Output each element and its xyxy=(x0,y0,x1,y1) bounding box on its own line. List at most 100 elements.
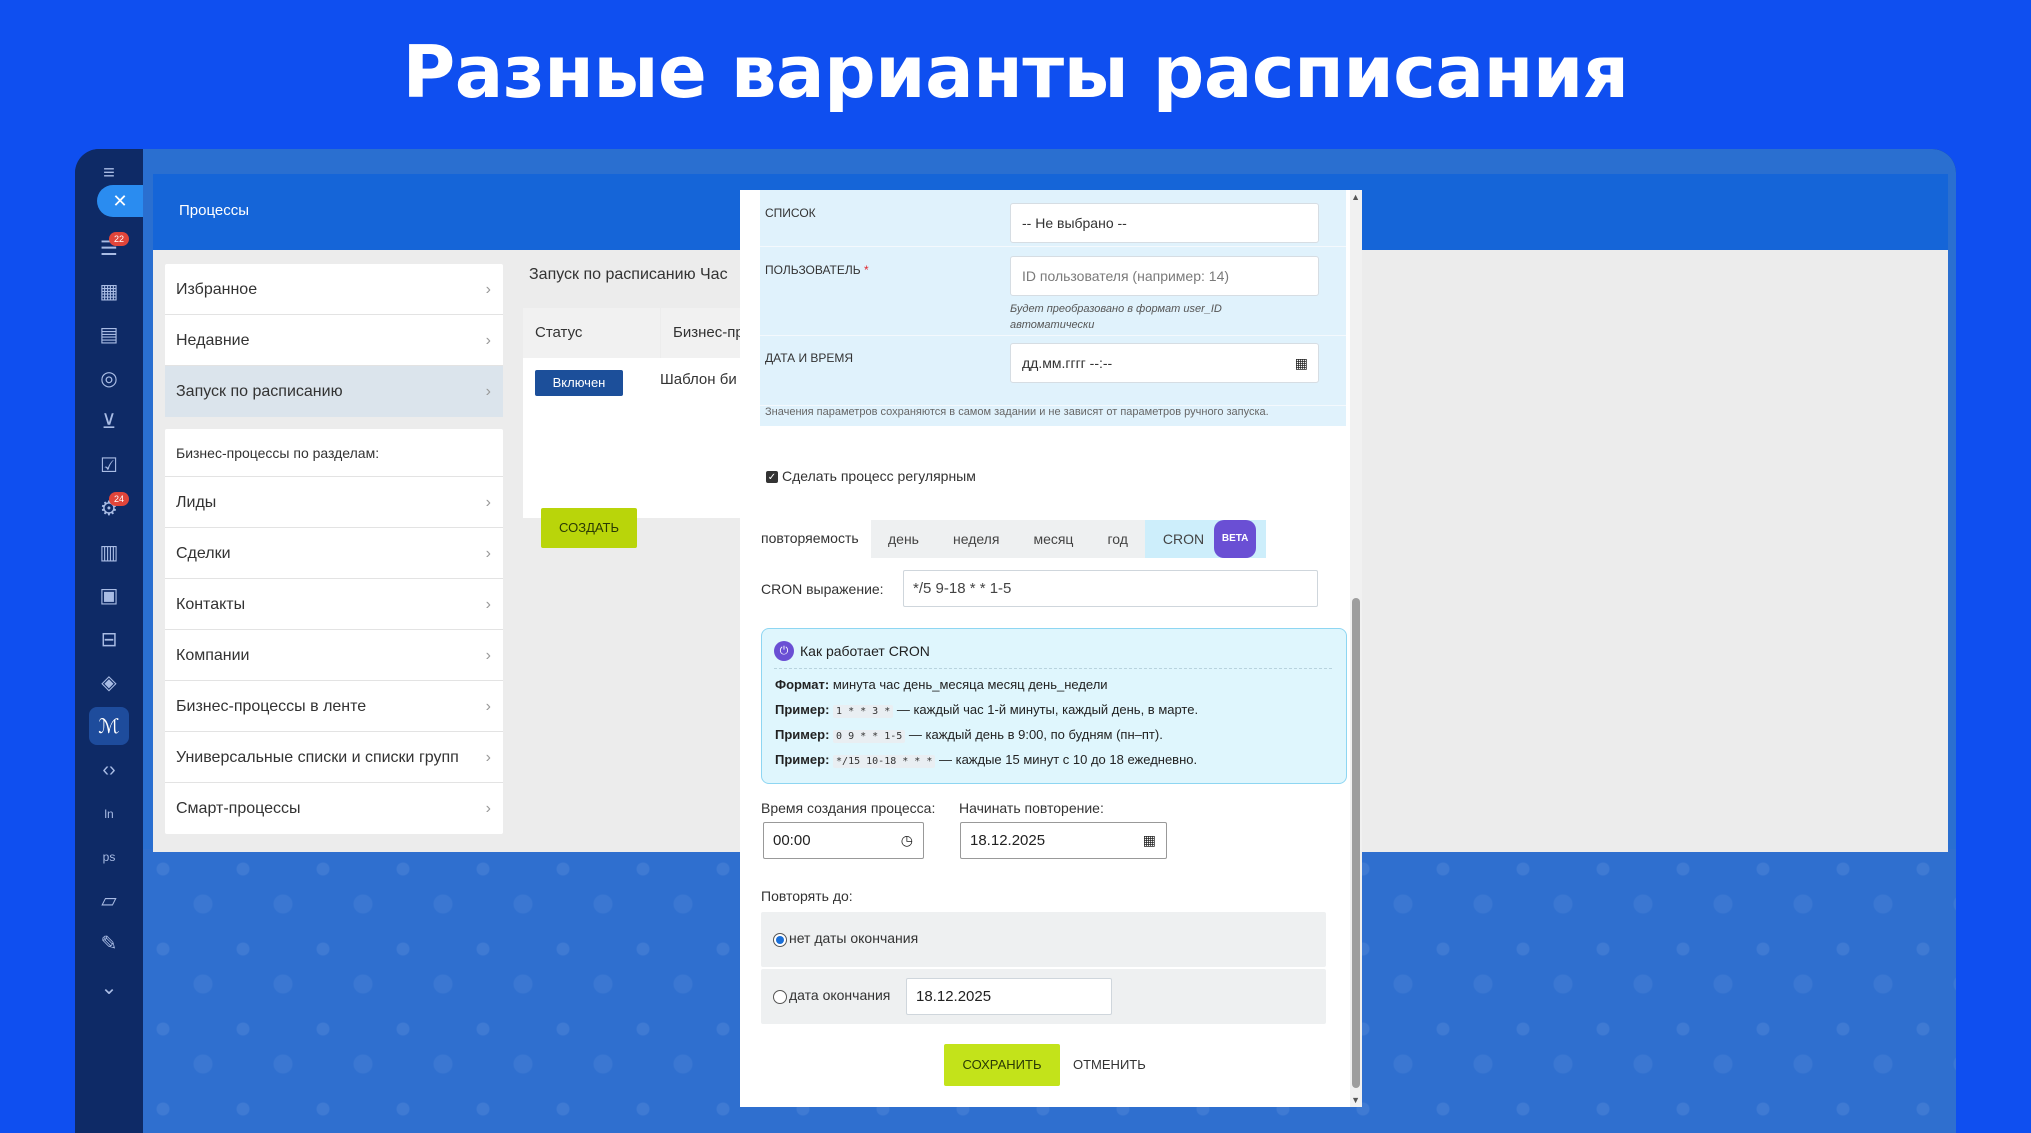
code-icon[interactable]: ‹› xyxy=(97,758,121,782)
no-end-radio[interactable] xyxy=(773,933,787,947)
chevron-right-icon: › xyxy=(485,698,491,715)
example-text: — каждые 15 минут с 10 до 18 ежедневно. xyxy=(938,752,1198,767)
calendar-icon[interactable]: ▦ xyxy=(1143,823,1156,858)
chevron-right-icon: › xyxy=(485,749,491,766)
sidebar-item-label: Сделки xyxy=(176,545,231,562)
sidebar-item-smart-processes[interactable]: Смарт-процессы › xyxy=(165,783,503,834)
create-time-value: 00:00 xyxy=(773,832,811,849)
example-text: — каждый день в 9:00, по будням (пн–пт). xyxy=(908,727,1163,742)
main-tabs[interactable]: Запуск по расписанию Час xyxy=(529,266,728,284)
calendar-icon[interactable]: ▦ xyxy=(1295,344,1308,382)
chevron-right-icon: › xyxy=(485,383,491,400)
cron-format-line: Формат: минута час день_месяца месяц ден… xyxy=(775,677,1108,692)
sidebar-item-recent[interactable]: Недавние › xyxy=(165,315,503,366)
example-text: — каждый час 1-й минуты, каждый день, в … xyxy=(896,702,1199,717)
example-label: Пример: xyxy=(775,752,830,767)
sidebar-item-favorites[interactable]: Избранное › xyxy=(165,264,503,315)
param-row-user: ПОЛЬЗОВАТЕЛЬ * ID пользователя (например… xyxy=(760,247,1346,336)
sidebar-group-sections: Бизнес-процессы по разделам: Лиды › Сдел… xyxy=(165,429,503,834)
column-header-status[interactable]: Статус xyxy=(535,308,582,358)
doc-icon[interactable]: ▱ xyxy=(97,889,121,913)
ps-icon[interactable]: ps xyxy=(97,845,121,869)
no-end-option[interactable]: нет даты окончания xyxy=(761,912,1326,967)
repeat-tabs: день неделя месяц год CRON BETA xyxy=(871,520,1267,558)
sidebar-item-label: Лиды xyxy=(176,494,217,511)
tv-icon[interactable]: ▣ xyxy=(97,584,121,608)
example-code: 0 9 * * 1-5 xyxy=(833,730,906,743)
sidebar-group-main: Избранное › Недавние › Запуск по расписа… xyxy=(165,264,503,417)
sidebar-item-companies[interactable]: Компании › xyxy=(165,630,503,681)
sidebar-item-contacts[interactable]: Контакты › xyxy=(165,579,503,630)
target-icon[interactable]: ◎ xyxy=(97,367,121,391)
scrollbar-thumb[interactable] xyxy=(1352,598,1360,1088)
sidebar-item-scheduled[interactable]: Запуск по расписанию › xyxy=(165,366,503,417)
sidebar-item-feed-processes[interactable]: Бизнес-процессы в ленте › xyxy=(165,681,503,732)
box-icon[interactable]: ◈ xyxy=(97,671,121,695)
clock-icon[interactable]: ◷ xyxy=(901,823,913,858)
param-row-datetime: ДАТА И ВРЕМЯ дд.мм.гггг --:-- ▦ xyxy=(760,336,1346,406)
cancel-button[interactable]: ОТМЕНИТЬ xyxy=(1073,1044,1146,1086)
divider xyxy=(774,668,1332,669)
repeat-tab-month[interactable]: месяц xyxy=(1016,520,1090,558)
sidebar-item-lists[interactable]: Универсальные списки и списки групп › xyxy=(165,732,503,783)
repeat-tab-cron[interactable]: CRON BETA xyxy=(1144,520,1267,558)
param-label-user-text: ПОЛЬЗОВАТЕЛЬ xyxy=(765,263,861,277)
repeat-tab-year[interactable]: год xyxy=(1090,520,1144,558)
regular-process-checkbox[interactable]: ✓ xyxy=(766,471,778,484)
sidebar-item-label: Контакты xyxy=(176,596,246,613)
required-marker: * xyxy=(864,263,869,277)
repeat-tab-week[interactable]: неделя xyxy=(936,520,1016,558)
chevron-right-icon: › xyxy=(485,647,491,664)
param-label-datetime: ДАТА И ВРЕМЯ xyxy=(765,351,854,365)
cron-help-box: ⏻ Как работает CRON Формат: минута час де… xyxy=(761,628,1347,784)
cart-icon[interactable]: ⊻ xyxy=(97,410,121,434)
inbox-icon[interactable]: ⊟ xyxy=(97,628,121,652)
regular-process-label: Сделать процесс регулярным xyxy=(782,468,976,484)
pen-icon[interactable]: ✎ xyxy=(97,932,121,956)
modal-scrollbar[interactable]: ▲ ▼ xyxy=(1350,190,1362,1107)
param-label-list: СПИСОК xyxy=(765,206,816,220)
no-end-label: нет даты окончания xyxy=(789,930,919,946)
start-repeat-input[interactable]: 18.12.2025 ▦ xyxy=(960,822,1167,859)
sidebar-item-label: Избранное xyxy=(176,281,258,298)
calendar-icon[interactable]: ▦ xyxy=(97,280,121,304)
save-button[interactable]: СОХРАНИТЬ xyxy=(944,1044,1060,1086)
end-date-input[interactable]: 18.12.2025 xyxy=(906,978,1112,1015)
format-text: минута час день_месяца месяц день_недели xyxy=(832,677,1108,692)
cron-help-title-text: Как работает CRON xyxy=(800,643,930,659)
repeat-until-label: Повторять до: xyxy=(761,888,853,904)
create-button[interactable]: СОЗДАТЬ xyxy=(541,508,637,548)
scroll-up-icon[interactable]: ▲ xyxy=(1351,192,1360,202)
cron-example-line: Пример: 0 9 * * 1-5 — каждый день в 9:00… xyxy=(775,727,1163,743)
regular-process-checkbox-row[interactable]: ✓ Сделать процесс регулярным xyxy=(766,468,976,484)
template-cell[interactable]: Шаблон би xyxy=(660,371,737,388)
repeat-tab-day[interactable]: день xyxy=(871,520,936,558)
sidebar-item-label: Запуск по расписанию xyxy=(176,383,343,400)
close-slider-button[interactable]: ✕ xyxy=(97,185,143,217)
scroll-down-icon[interactable]: ▼ xyxy=(1351,1095,1360,1105)
sidebar-item-label: Недавние xyxy=(176,332,250,349)
ln-icon[interactable]: ln xyxy=(97,802,121,826)
notification-badge: 22 xyxy=(109,232,129,246)
chevron-right-icon: › xyxy=(485,281,491,298)
hamburger-icon[interactable]: ≡ xyxy=(97,161,121,185)
list-select[interactable]: -- Не выбрано -- xyxy=(1010,203,1319,243)
datetime-value: дд.мм.гггг --:-- xyxy=(1022,355,1113,371)
cron-example-line: Пример: 1 * * 3 * — каждый час 1-й минут… xyxy=(775,702,1199,718)
tasks-icon[interactable]: ☑ xyxy=(97,454,121,478)
example-label: Пример: xyxy=(775,727,830,742)
end-date-radio[interactable] xyxy=(773,990,787,1004)
chart-icon[interactable]: ▥ xyxy=(97,541,121,565)
end-date-option[interactable]: дата окончания 18.12.2025 xyxy=(761,969,1326,1024)
chevron-down-icon[interactable]: ⌄ xyxy=(97,976,121,1000)
create-time-input[interactable]: 00:00 ◷ xyxy=(763,822,924,859)
sidebar-item-leads[interactable]: Лиды › xyxy=(165,477,503,528)
datetime-input[interactable]: дд.мм.гггг --:-- ▦ xyxy=(1010,343,1319,383)
brand-icon[interactable]: ℳ xyxy=(97,715,121,739)
storage-icon[interactable]: ▤ xyxy=(97,323,121,347)
sidebar-item-deals[interactable]: Сделки › xyxy=(165,528,503,579)
sidebar-item-label: Бизнес-процессы в ленте xyxy=(176,698,367,715)
user-id-input[interactable]: ID пользователя (например: 14) xyxy=(1010,256,1319,296)
param-row-list: СПИСОК -- Не выбрано -- xyxy=(760,190,1346,247)
cron-expression-input[interactable]: */5 9-18 * * 1-5 xyxy=(903,570,1318,607)
